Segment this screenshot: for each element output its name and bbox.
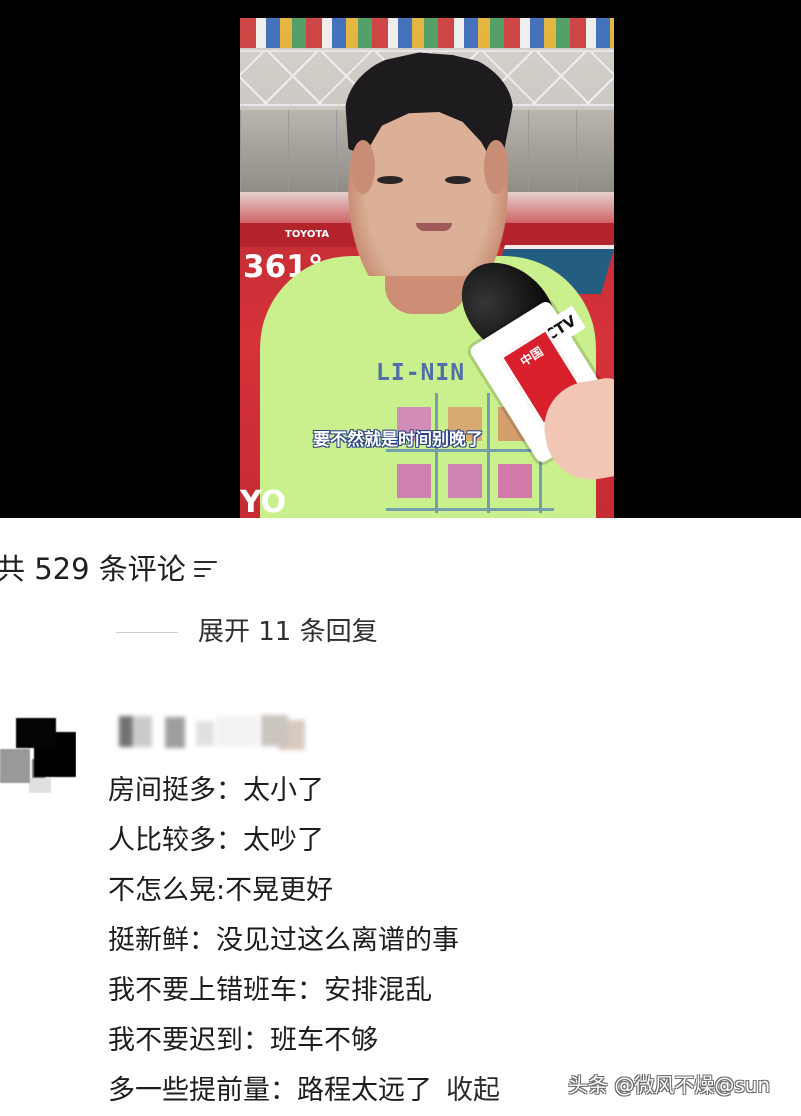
blurred-avatar-image <box>0 711 76 793</box>
left-ear-image <box>351 140 375 194</box>
video-player-area[interactable]: TOYOTA 361° LI-NIN CCTV 中国 YO 要不然就是时间别晚了 <box>0 0 801 518</box>
comment-line-2: 人比较多：太吵了 <box>108 825 324 856</box>
mouth-image <box>416 223 452 231</box>
comment-content: 房间挺多：太小了 人比较多：太吵了 不怎么晃:不晃更好 挺新鲜：没见过这么离谱的… <box>108 766 798 1116</box>
video-caption: 要不然就是时间别晚了 <box>313 430 483 450</box>
blurred-username[interactable] <box>116 713 308 755</box>
comment-line-6: 我不要迟到：班车不够 <box>108 1025 378 1056</box>
comment-line-4: 挺新鲜：没见过这么离谱的事 <box>108 925 459 956</box>
right-ear-image <box>484 140 508 194</box>
comment-line-3: 不怎么晃:不晃更好 <box>108 875 334 906</box>
platform-watermark: 头条 @微风不燥@sun <box>568 1073 771 1097</box>
left-eye-image <box>377 176 403 184</box>
comment-line-5: 我不要上错班车：安排混乱 <box>108 975 432 1006</box>
comment-line-1: 房间挺多：太小了 <box>108 775 324 806</box>
expand-replies-button[interactable]: 展开 11 条回复 <box>116 612 378 652</box>
sponsor-text: TOYOTA <box>285 229 330 240</box>
expand-replies-label: 展开 11 条回复 <box>198 617 378 647</box>
right-eye-image <box>445 176 471 184</box>
commenter-avatar[interactable] <box>0 711 76 793</box>
divider-line <box>116 631 178 633</box>
comments-header: 共 529 条评论 <box>0 547 220 591</box>
collapse-button[interactable]: 收起 <box>446 1066 500 1116</box>
comment-line-7: 多一些提前量：路程太远了 <box>108 1075 432 1106</box>
sort-icon[interactable] <box>193 557 220 581</box>
arena-bottom-logo: YO <box>240 485 287 518</box>
video-thumbnail[interactable]: TOYOTA 361° LI-NIN CCTV 中国 YO 要不然就是时间别晚了 <box>240 18 614 518</box>
comments-count: 共 529 条评论 <box>0 552 186 586</box>
